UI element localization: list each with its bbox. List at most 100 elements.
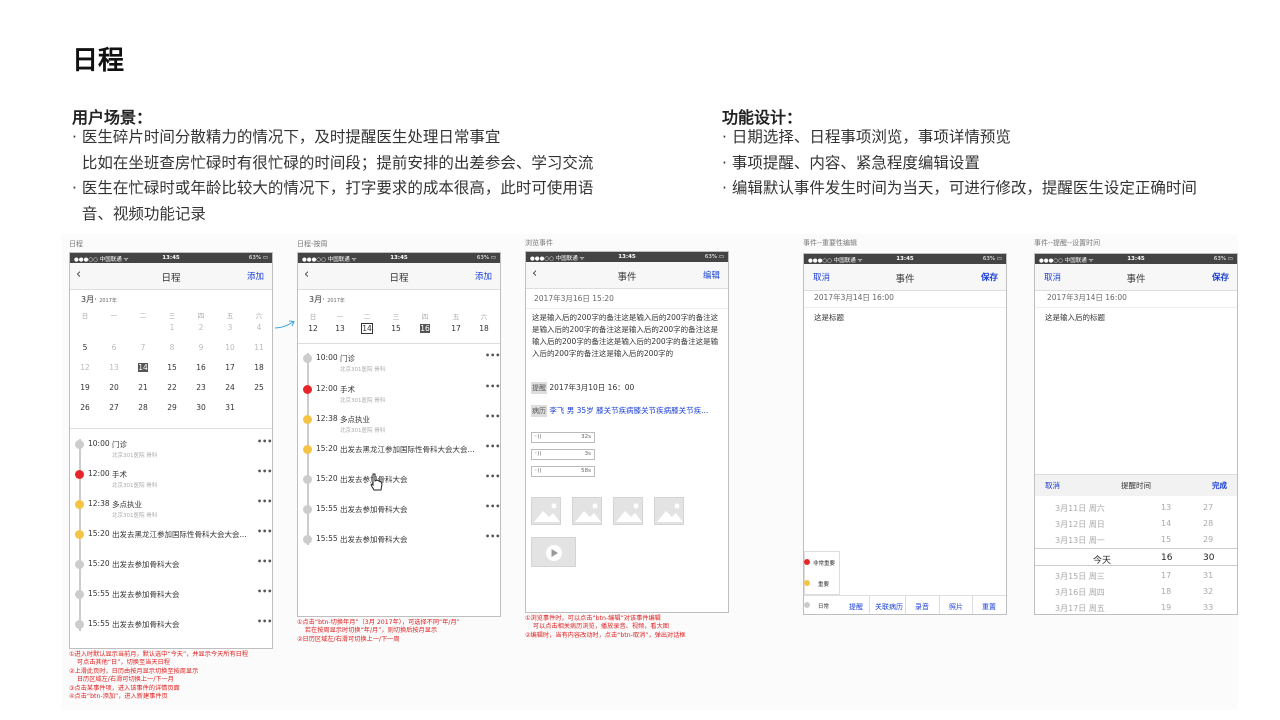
event-time[interactable]: 15:55 xyxy=(88,589,110,598)
event-title[interactable]: 出发去参加骨科大会 xyxy=(112,619,180,630)
picker-minute[interactable]: 30 xyxy=(1203,553,1214,563)
calendar-day[interactable]: 23 xyxy=(190,383,212,392)
toolbar-tab[interactable]: 重置 xyxy=(974,602,1004,612)
calendar-day[interactable]: 10 xyxy=(219,343,241,352)
priority-option[interactable]: 重要 xyxy=(818,580,829,588)
picker-date[interactable]: 3月15日 周三 xyxy=(1055,571,1105,582)
event-time[interactable]: 12:38 xyxy=(316,414,338,423)
calendar-day[interactable]: 11 xyxy=(248,343,270,352)
calendar-day[interactable]: 4 xyxy=(248,323,270,332)
more-icon[interactable]: ••• xyxy=(257,527,272,536)
calendar-day[interactable]: 15 xyxy=(161,363,183,372)
calendar-day[interactable]: 14 xyxy=(361,323,373,334)
event-date[interactable]: 2017年3月14日 16:00 xyxy=(814,292,894,304)
calendar-day[interactable]: 5 xyxy=(74,343,96,352)
more-icon[interactable]: ••• xyxy=(257,437,272,446)
toolbar-tab[interactable]: 关联病历 xyxy=(871,602,907,612)
add-button[interactable]: 添加 xyxy=(475,270,492,282)
calendar-day[interactable]: 21 xyxy=(132,383,154,392)
calendar-day[interactable]: 12 xyxy=(74,363,96,372)
add-button[interactable]: 添加 xyxy=(247,270,264,282)
event-time[interactable]: 12:00 xyxy=(316,384,338,393)
calendar-day[interactable]: 17 xyxy=(219,363,241,372)
calendar-day[interactable]: 24 xyxy=(219,383,241,392)
calendar-day[interactable]: 15 xyxy=(385,324,407,333)
more-icon[interactable]: ••• xyxy=(485,472,500,481)
event-title[interactable]: 门诊 xyxy=(340,353,355,364)
voice-message[interactable]: ◦)) 3s xyxy=(531,449,595,460)
calendar-day[interactable]: 22 xyxy=(161,383,183,392)
toolbar-tab[interactable]: 提醒 xyxy=(841,602,871,612)
more-icon[interactable]: ••• xyxy=(257,617,272,626)
save-button[interactable]: 保存 xyxy=(981,271,998,283)
photo-thumbnail[interactable] xyxy=(654,497,684,525)
calendar-day[interactable]: 27 xyxy=(103,403,125,412)
calendar-day[interactable]: 19 xyxy=(74,383,96,392)
event-title[interactable]: 出发去黑龙江参加国际性骨科大会大会... xyxy=(112,529,247,540)
photo-thumbnail[interactable] xyxy=(613,497,643,525)
event-title[interactable]: 出发去参加骨科大会 xyxy=(112,589,180,600)
event-title[interactable]: 出发去参加骨科大会 xyxy=(340,504,408,515)
calendar-day[interactable]: 12 xyxy=(302,324,324,333)
event-title[interactable]: 出发去参加骨科大会 xyxy=(112,559,180,570)
save-button[interactable]: 保存 xyxy=(1212,271,1229,283)
event-time[interactable]: 12:38 xyxy=(88,499,110,508)
photo-thumbnail[interactable] xyxy=(572,497,602,525)
title-input[interactable]: 这是标题 xyxy=(814,312,844,324)
more-icon[interactable]: ••• xyxy=(485,532,500,541)
picker-done-button[interactable]: 完成 xyxy=(1212,480,1227,492)
calendar-day[interactable]: 30 xyxy=(190,403,212,412)
toolbar-tab[interactable]: 录音 xyxy=(907,602,937,612)
calendar-day[interactable]: 28 xyxy=(132,403,154,412)
calendar-day[interactable]: 20 xyxy=(103,383,125,392)
event-date[interactable]: 2017年3月14日 16:00 xyxy=(1047,292,1127,304)
voice-message[interactable]: ◦)) 32s xyxy=(531,432,595,443)
voice-message[interactable]: ◦)) 58s xyxy=(531,466,595,477)
picker-minute[interactable]: 29 xyxy=(1203,535,1213,544)
video-thumbnail[interactable] xyxy=(531,537,576,567)
more-icon[interactable]: ••• xyxy=(485,382,500,391)
event-time[interactable]: 10:00 xyxy=(316,353,338,362)
picker-hour[interactable]: 18 xyxy=(1161,587,1171,596)
toolbar-tab[interactable]: 照片 xyxy=(941,602,971,612)
picker-hour[interactable]: 16 xyxy=(1161,553,1172,563)
calendar-day[interactable]: 13 xyxy=(103,363,125,372)
calendar-day[interactable]: 2 xyxy=(190,323,212,332)
calendar-day[interactable]: 6 xyxy=(103,343,125,352)
picker-date[interactable]: 3月16日 周四 xyxy=(1055,587,1105,598)
event-title[interactable]: 出发去参加骨科大会 xyxy=(340,534,408,545)
picker-minute[interactable]: 33 xyxy=(1203,603,1213,612)
event-time[interactable]: 15:20 xyxy=(316,474,338,483)
event-time[interactable]: 15:55 xyxy=(316,504,338,513)
event-title[interactable]: 手术 xyxy=(340,384,355,395)
calendar-day[interactable]: 7 xyxy=(132,343,154,352)
event-title[interactable]: 门诊 xyxy=(112,439,127,450)
photo-thumbnail[interactable] xyxy=(531,497,561,525)
calendar-day[interactable]: 3 xyxy=(219,323,241,332)
picker-date[interactable]: 3月17日 周五 xyxy=(1055,603,1105,614)
event-time[interactable]: 12:00 xyxy=(88,469,110,478)
event-time[interactable]: 15:20 xyxy=(88,559,110,568)
event-title[interactable]: 出发去黑龙江参加国际性骨科大会大会... xyxy=(340,444,475,455)
event-time[interactable]: 15:55 xyxy=(316,534,338,543)
more-icon[interactable]: ••• xyxy=(257,587,272,596)
event-time[interactable]: 15:55 xyxy=(88,619,110,628)
more-icon[interactable]: ••• xyxy=(485,351,500,360)
more-icon[interactable]: ••• xyxy=(485,502,500,511)
title-input[interactable]: 这是输入后的标题 xyxy=(1045,312,1105,324)
picker-hour[interactable]: 14 xyxy=(1161,519,1171,528)
calendar-day[interactable]: 1 xyxy=(161,323,183,332)
event-time[interactable]: 15:20 xyxy=(88,529,110,538)
priority-option[interactable]: 日常 xyxy=(818,602,829,610)
edit-button[interactable]: 编辑 xyxy=(703,269,720,281)
more-icon[interactable]: ••• xyxy=(257,467,272,476)
event-title[interactable]: 多点执业 xyxy=(112,499,142,510)
calendar-day[interactable]: 16 xyxy=(420,324,430,333)
picker-date[interactable]: 今天 xyxy=(1093,553,1111,566)
picker-minute[interactable]: 27 xyxy=(1203,503,1213,512)
calendar-day[interactable]: 9 xyxy=(190,343,212,352)
picker-date[interactable]: 3月13日 周一 xyxy=(1055,535,1105,546)
calendar-day[interactable]: 26 xyxy=(74,403,96,412)
picker-minute[interactable]: 32 xyxy=(1203,587,1213,596)
event-time[interactable]: 15:20 xyxy=(316,444,338,453)
